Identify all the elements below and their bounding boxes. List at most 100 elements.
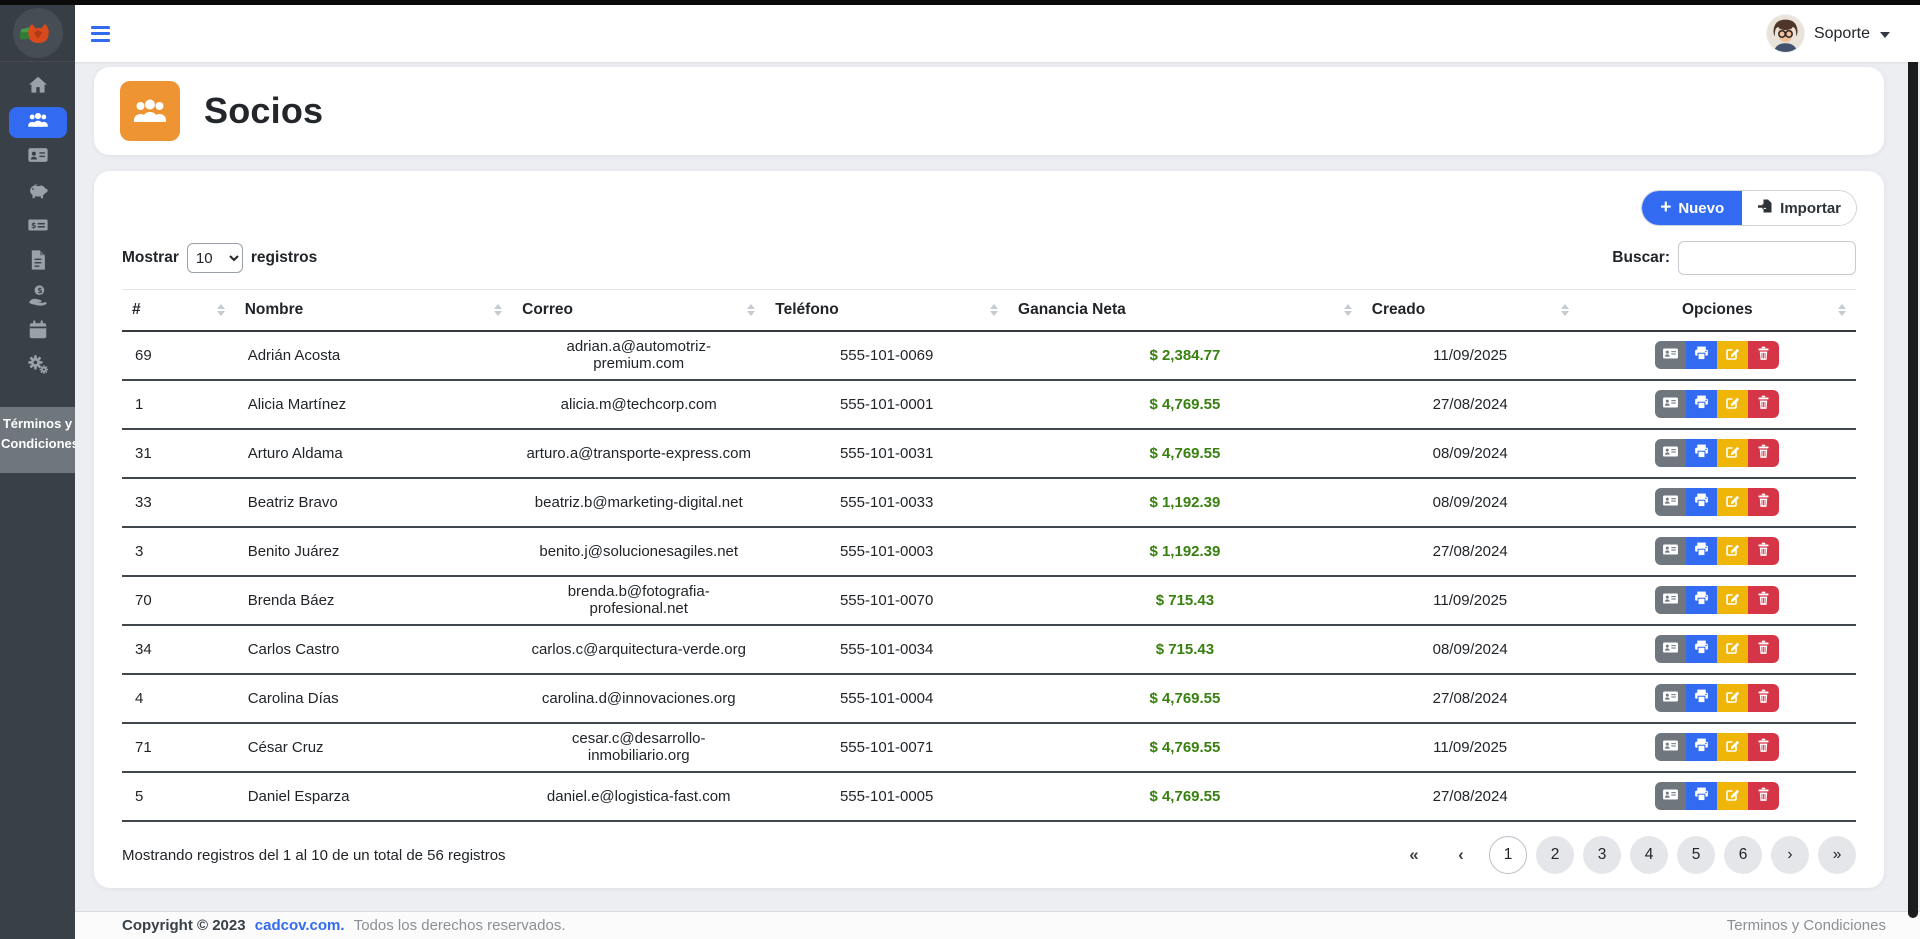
print-button[interactable] [1686,782,1717,810]
delete-button[interactable] [1748,684,1779,712]
page-title: Socios [204,90,323,132]
edit-button[interactable] [1717,586,1748,614]
id-card-icon [1662,737,1679,757]
print-button[interactable] [1686,341,1717,369]
id-card-icon [1662,541,1679,561]
svg-text:$: $ [37,286,42,295]
edit-button[interactable] [1717,341,1748,369]
page-button-4[interactable]: 4 [1630,836,1668,874]
page-size-control: Mostrar 10 registros [122,243,317,273]
sort-icon [1561,304,1569,316]
view-card-button[interactable] [1655,488,1686,516]
chevron-down-icon [1880,32,1890,38]
delete-button[interactable] [1748,586,1779,614]
edit-button[interactable] [1717,684,1748,712]
id-card-icon [1662,590,1679,610]
new-button[interactable]: + Nuevo [1642,191,1742,225]
view-card-button[interactable] [1655,635,1686,663]
view-card-button[interactable] [1655,586,1686,614]
edit-button[interactable] [1717,439,1748,467]
page-button-1[interactable]: 1 [1489,836,1527,874]
table-row: 3 Benito Juárez benito.j@solucionesagile… [122,527,1856,576]
sidebar-item-id-card[interactable] [9,142,67,173]
view-card-button[interactable] [1655,684,1686,712]
delete-button[interactable] [1748,341,1779,369]
sidebar-item-home[interactable] [9,72,67,103]
money-check-icon: $ [27,214,49,241]
print-button[interactable] [1686,537,1717,565]
view-card-button[interactable] [1655,390,1686,418]
print-button[interactable] [1686,439,1717,467]
edit-pencil-icon [1724,590,1741,610]
view-card-button[interactable] [1655,733,1686,761]
delete-button[interactable] [1748,635,1779,663]
pagination-next-button[interactable]: › [1771,836,1809,874]
edit-pencil-icon [1724,737,1741,757]
sidebar-item-calendar[interactable] [9,317,67,348]
cadcov-link[interactable]: cadcov.com. [255,917,345,934]
toolbar-button-group: + Nuevo Importar [1642,191,1856,225]
user-menu[interactable]: Soporte [1767,15,1890,52]
sidebar-item-money-check[interactable]: $ [9,212,67,243]
sidebar-terms-link[interactable]: Términos y Condiciones [0,407,75,473]
sidebar-item-savings[interactable] [9,177,67,208]
table-row: 5 Daniel Esparza daniel.e@logistica-fast… [122,772,1856,821]
delete-button[interactable] [1748,537,1779,565]
page-header-card: Socios [94,67,1884,155]
pagination-last-button[interactable]: » [1818,836,1856,874]
vertical-scrollbar[interactable] [1908,8,1918,918]
view-card-button[interactable] [1655,341,1686,369]
edit-button[interactable] [1717,390,1748,418]
edit-button[interactable] [1717,537,1748,565]
column-header-opciones[interactable]: Opciones [1579,290,1856,331]
print-button[interactable] [1686,390,1717,418]
edit-button[interactable] [1717,488,1748,516]
page-button-3[interactable]: 3 [1583,836,1621,874]
page-button-2[interactable]: 2 [1536,836,1574,874]
user-avatar [1767,15,1804,52]
page-size-select[interactable]: 10 [187,243,243,273]
sidebar-item-settings[interactable] [9,352,67,383]
row-actions [1655,537,1779,565]
delete-button[interactable] [1748,439,1779,467]
page-button-5[interactable]: 5 [1677,836,1715,874]
calendar-icon [27,319,49,346]
delete-button[interactable] [1748,390,1779,418]
column-header-ganancia[interactable]: Ganancia Neta [1008,290,1362,331]
column-header-correo[interactable]: Correo [512,290,765,331]
pagination-info: Mostrando registros del 1 al 10 de un to… [122,847,506,864]
column-header-nombre[interactable]: Nombre [235,290,512,331]
pagination-first-button[interactable]: « [1395,836,1433,874]
search-input[interactable] [1678,241,1856,275]
print-button[interactable] [1686,684,1717,712]
column-header-num[interactable]: # [122,290,235,331]
footer-terms-link[interactable]: Terminos y Condiciones [1727,917,1886,934]
edit-button[interactable] [1717,733,1748,761]
sidebar-item-payments[interactable]: $ [9,282,67,313]
delete-button[interactable] [1748,733,1779,761]
edit-button[interactable] [1717,782,1748,810]
printer-icon [1693,394,1710,414]
print-button[interactable] [1686,586,1717,614]
column-header-creado[interactable]: Creado [1362,290,1579,331]
print-button[interactable] [1686,635,1717,663]
pagination-prev-button[interactable]: ‹ [1442,836,1480,874]
view-card-button[interactable] [1655,537,1686,565]
sidebar-item-socios[interactable] [9,107,67,138]
column-header-telefono[interactable]: Teléfono [765,290,1008,331]
sidebar-toggle-button[interactable] [83,17,117,51]
delete-button[interactable] [1748,488,1779,516]
print-button[interactable] [1686,733,1717,761]
sidebar-item-documents[interactable] [9,247,67,278]
delete-button[interactable] [1748,782,1779,810]
page-button-6[interactable]: 6 [1724,836,1762,874]
view-card-button[interactable] [1655,782,1686,810]
row-actions [1655,439,1779,467]
print-button[interactable] [1686,488,1717,516]
edit-button[interactable] [1717,635,1748,663]
view-card-button[interactable] [1655,439,1686,467]
trash-icon [1755,786,1772,806]
brand-area[interactable] [0,5,75,62]
import-button[interactable]: Importar [1742,191,1856,225]
id-card-icon [1662,688,1679,708]
